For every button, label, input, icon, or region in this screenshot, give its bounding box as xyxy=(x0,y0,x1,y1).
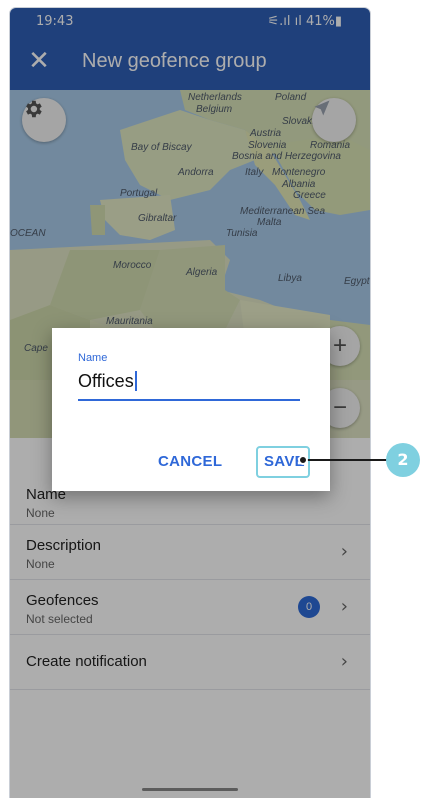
name-field-label: Name xyxy=(78,352,108,364)
name-input[interactable]: Offices xyxy=(78,371,137,392)
name-dialog: Name Offices CANCEL SAVE xyxy=(52,328,330,491)
input-underline xyxy=(78,399,300,401)
text-cursor xyxy=(134,371,137,391)
cancel-button[interactable]: CANCEL xyxy=(158,453,222,470)
callout-dot xyxy=(298,455,308,465)
callout-line xyxy=(302,459,390,461)
name-input-value: Offices xyxy=(78,371,134,391)
phone-screen: 19:43 ⚟.ıl ıl 41%▮ ✕ New geofence group … xyxy=(10,8,370,798)
callout-step-badge: 2 xyxy=(386,443,420,477)
